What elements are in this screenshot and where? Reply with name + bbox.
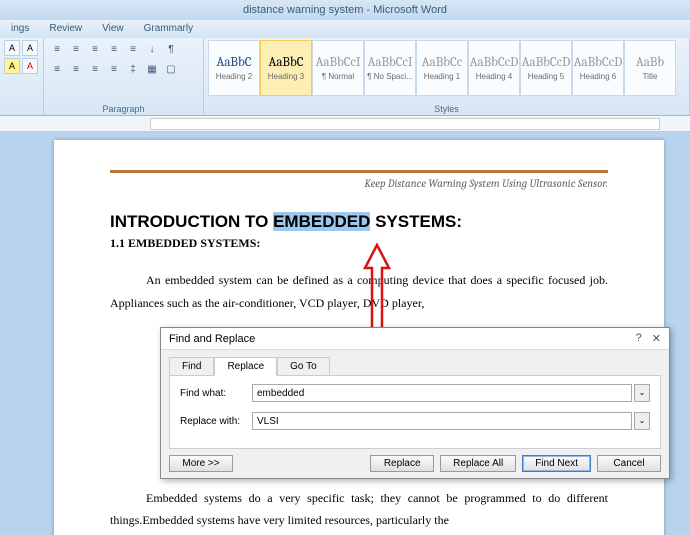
tab-replace[interactable]: Replace	[214, 357, 277, 376]
tab-mailings[interactable]: ings	[2, 20, 38, 38]
show-marks-button[interactable]: ¶	[162, 40, 180, 58]
replace-with-label: Replace with:	[180, 416, 252, 427]
help-icon[interactable]: ?	[636, 332, 642, 345]
tab-view[interactable]: View	[93, 20, 133, 38]
numbering-button[interactable]: ≡	[67, 40, 85, 58]
decrease-indent-button[interactable]: ≡	[105, 40, 123, 58]
cancel-button[interactable]: Cancel	[597, 455, 661, 472]
find-what-input[interactable]	[252, 384, 632, 402]
grow-font-button[interactable]: A	[4, 40, 20, 56]
dialog-title: Find and Replace	[169, 333, 255, 345]
justify-button[interactable]: ≡	[105, 60, 123, 78]
style-heading2[interactable]: AaBbCHeading 2	[208, 40, 260, 96]
page-header: Keep Distance Warning System Using Ultra…	[110, 177, 608, 190]
replace-with-input[interactable]	[252, 412, 632, 430]
window-title: distance warning system - Microsoft Word	[0, 0, 690, 20]
style-normal[interactable]: AaBbCcI¶ Normal	[312, 40, 364, 96]
increase-indent-button[interactable]: ≡	[124, 40, 142, 58]
style-heading4[interactable]: AaBbCcDHeading 4	[468, 40, 520, 96]
replace-button[interactable]: Replace	[370, 455, 434, 472]
style-nospacing[interactable]: AaBbCcI¶ No Spaci...	[364, 40, 416, 96]
sort-button[interactable]: ↓	[143, 40, 161, 58]
paragraph-2: Embedded systems do a very specific task…	[110, 487, 608, 533]
align-center-button[interactable]: ≡	[67, 60, 85, 78]
horizontal-ruler[interactable]	[0, 116, 690, 132]
align-left-button[interactable]: ≡	[48, 60, 66, 78]
tab-find[interactable]: Find	[169, 357, 214, 376]
bullets-button[interactable]: ≡	[48, 40, 66, 58]
header-rule	[110, 170, 608, 173]
multilevel-button[interactable]: ≡	[86, 40, 104, 58]
style-heading1[interactable]: AaBbCcHeading 1	[416, 40, 468, 96]
tab-goto[interactable]: Go To	[277, 357, 330, 376]
find-dropdown-icon[interactable]: ⌄	[634, 384, 650, 402]
find-next-button[interactable]: Find Next	[522, 455, 591, 472]
shrink-font-button[interactable]: A	[22, 40, 38, 56]
replace-all-button[interactable]: Replace All	[440, 455, 516, 472]
group-paragraph-label: Paragraph	[44, 104, 203, 114]
highlight-button[interactable]: A	[4, 58, 20, 74]
style-heading3[interactable]: AaBbCHeading 3	[260, 40, 312, 96]
close-icon[interactable]: ✕	[652, 332, 661, 345]
shading-button[interactable]: ▦	[143, 60, 161, 78]
align-right-button[interactable]: ≡	[86, 60, 104, 78]
font-color-button[interactable]: A	[22, 58, 38, 74]
replace-dropdown-icon[interactable]: ⌄	[634, 412, 650, 430]
doc-title: INTRODUCTION TO EMBEDDED SYSTEMS:	[110, 212, 608, 232]
tab-review[interactable]: Review	[40, 20, 91, 38]
ribbon-tabs: ings Review View Grammarly	[0, 20, 690, 38]
find-replace-dialog: Find and Replace ? ✕ Find Replace Go To …	[160, 327, 670, 479]
style-heading5[interactable]: AaBbCcDHeading 5	[520, 40, 572, 96]
borders-button[interactable]: ▢	[162, 60, 180, 78]
paragraph-1: An embedded system can be defined as a c…	[110, 269, 608, 315]
group-styles-label: Styles	[204, 104, 689, 114]
style-heading6[interactable]: AaBbCcDHeading 6	[572, 40, 624, 96]
highlighted-word: EMBEDDED	[273, 212, 370, 231]
tab-grammarly[interactable]: Grammarly	[135, 20, 202, 38]
doc-subtitle: 1.1 EMBEDDED SYSTEMS:	[110, 236, 608, 251]
line-spacing-button[interactable]: ‡	[124, 60, 142, 78]
styles-gallery[interactable]: AaBbCHeading 2 AaBbCHeading 3 AaBbCcI¶ N…	[208, 40, 685, 96]
more-button[interactable]: More >>	[169, 455, 233, 472]
find-what-label: Find what:	[180, 388, 252, 399]
style-title[interactable]: AaBbTitle	[624, 40, 676, 96]
ribbon: A A A A ≡ ≡ ≡ ≡ ≡ ↓ ¶ ≡ ≡ ≡ ≡ ‡ ▦ ▢ Para…	[0, 38, 690, 116]
